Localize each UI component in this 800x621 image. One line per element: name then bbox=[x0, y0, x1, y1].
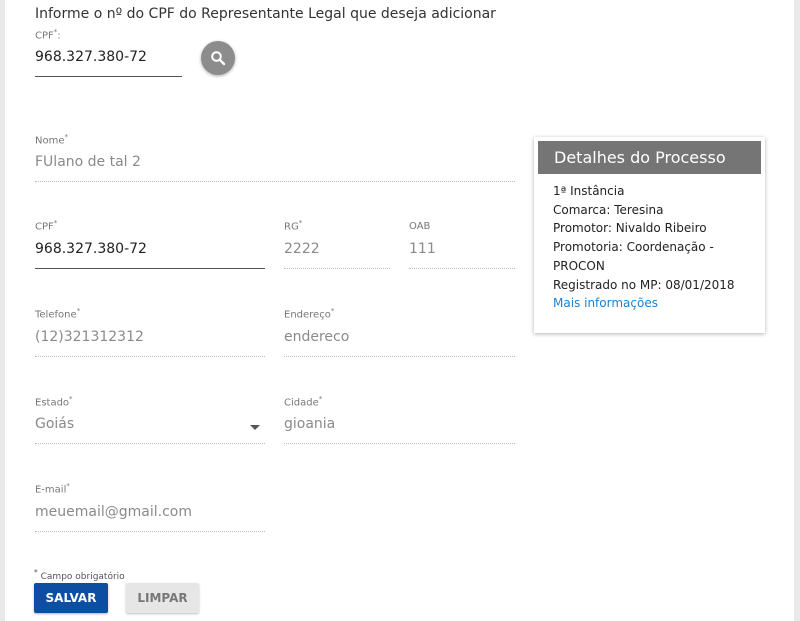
nome-label: Nome* bbox=[35, 133, 68, 147]
intro-text: Informe o nº do CPF do Representante Leg… bbox=[35, 6, 496, 22]
required-note: * Campo obrigatório bbox=[34, 568, 125, 582]
telefone-label: Telefone* bbox=[35, 307, 81, 321]
chevron-down-icon[interactable] bbox=[250, 425, 260, 430]
email-field[interactable]: meuemail@gmail.com bbox=[35, 504, 265, 532]
clear-button[interactable]: LIMPAR bbox=[126, 583, 199, 613]
endereco-label: Endereço* bbox=[284, 307, 335, 321]
card-line: Promotor: Nivaldo Ribeiro bbox=[553, 221, 707, 236]
save-button[interactable]: SALVAR bbox=[34, 583, 108, 613]
cidade-field[interactable]: gioania bbox=[284, 416, 515, 444]
rg-label: RG* bbox=[284, 219, 303, 233]
estado-select[interactable]: Goiás bbox=[35, 416, 265, 444]
card-line: PROCON bbox=[553, 258, 605, 273]
search-icon bbox=[211, 51, 226, 66]
search-cpf-label: CPF*: bbox=[35, 28, 61, 42]
card-line: 1ª Instância bbox=[553, 184, 625, 198]
rg-field[interactable]: 2222 bbox=[284, 241, 390, 269]
card-title: Detalhes do Processo bbox=[538, 141, 761, 174]
email-label: E-mail* bbox=[35, 482, 70, 496]
cpf-label: CPF* bbox=[35, 219, 58, 233]
estado-label: Estado* bbox=[35, 395, 73, 409]
cidade-label: Cidade* bbox=[284, 395, 323, 409]
search-button[interactable] bbox=[201, 41, 235, 75]
form-panel: Informe o nº do CPF do Representante Leg… bbox=[5, 0, 794, 621]
search-cpf-input[interactable]: 968.327.380-72 bbox=[35, 49, 182, 77]
nome-field[interactable]: FUlano de tal 2 bbox=[35, 154, 515, 182]
card-line: Promotoria: Coordenação - bbox=[553, 240, 714, 255]
cpf-field[interactable]: 968.327.380-72 bbox=[35, 241, 265, 269]
card-line: Comarca: Teresina bbox=[553, 202, 664, 217]
card-body: 1ª Instância Comarca: Teresina Promotor:… bbox=[553, 182, 753, 313]
more-info-link[interactable]: Mais informações bbox=[553, 294, 753, 313]
oab-label: OAB bbox=[409, 221, 431, 232]
telefone-field[interactable]: (12)321312312 bbox=[35, 329, 265, 357]
oab-field[interactable]: 111 bbox=[409, 241, 515, 269]
process-details-card: Detalhes do Processo 1ª Instância Comarc… bbox=[534, 137, 765, 333]
endereco-field[interactable]: endereco bbox=[284, 329, 515, 357]
card-line: Registrado no MP: 08/01/2018 bbox=[553, 277, 735, 292]
